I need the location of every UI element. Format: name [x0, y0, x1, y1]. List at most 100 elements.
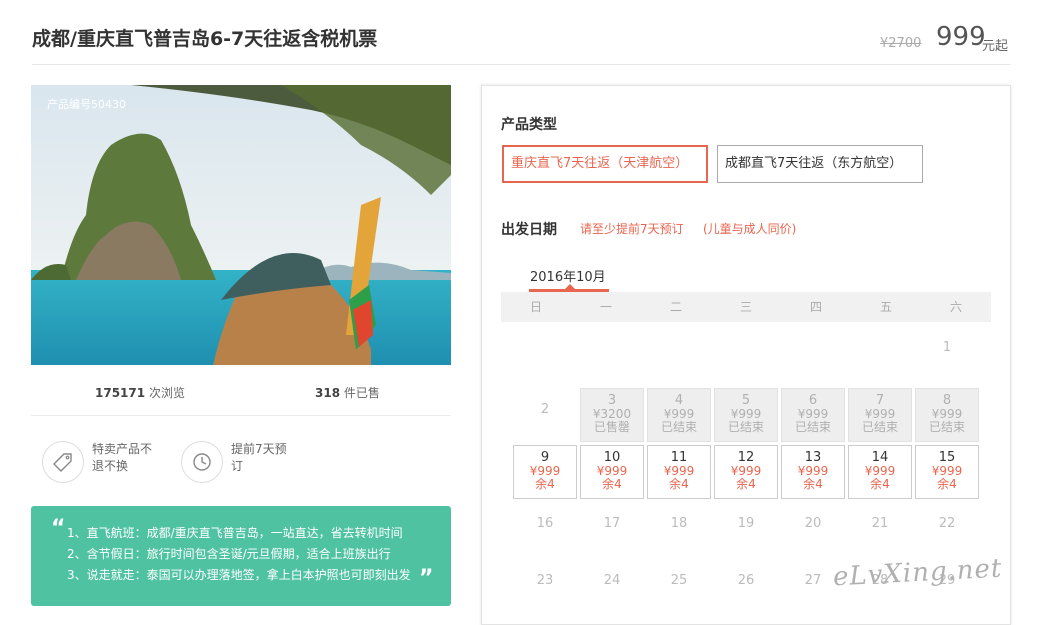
booking-panel: 产品类型 重庆直飞7天往返（天津航空） 成都直飞7天往返（东方航空） 出发日期 … — [481, 85, 1011, 625]
calendar-day[interactable]: 15 ¥999 余4 — [915, 445, 979, 499]
day-number: 15 — [938, 450, 956, 465]
day-status: 余4 — [669, 477, 689, 491]
calendar-day: 26 — [714, 559, 778, 613]
caret-up-icon — [565, 284, 575, 289]
original-price: ¥2700 — [880, 36, 922, 51]
highlight-line: 1、直飞航班：成都/重庆直飞普吉岛，一站直达，省去转机时间 — [67, 526, 403, 540]
day-number: 14 — [871, 450, 889, 465]
price-unit: 元起 — [982, 39, 1009, 54]
weekday-thu: 四 — [809, 300, 822, 314]
calendar-day: 18 — [647, 502, 711, 556]
calendar-day: 7 ¥999 已结束 — [848, 388, 912, 442]
calendar-day[interactable]: 12 ¥999 余4 — [714, 445, 778, 499]
sold-count: 318 — [315, 386, 341, 400]
sold-label: 件已售 — [343, 386, 380, 400]
day-status: 已结束 — [727, 420, 764, 434]
day-status: 余4 — [937, 477, 957, 491]
day-number: 9 — [540, 450, 550, 465]
views-count: 175171 — [95, 386, 146, 400]
day-number: 2 — [540, 402, 550, 417]
open-quote-icon: “ — [51, 516, 66, 541]
calendar-day: 2 — [513, 388, 577, 442]
day-number: 10 — [603, 450, 621, 465]
day-number: 22 — [938, 516, 956, 531]
tag-icon — [42, 441, 84, 483]
day-status: 余4 — [870, 477, 890, 491]
calendar-day: 25 — [647, 559, 711, 613]
weekday-sat: 六 — [949, 300, 962, 314]
calendar-day: 5 ¥999 已结束 — [714, 388, 778, 442]
day-number: 21 — [871, 516, 889, 531]
day-number: 1 — [942, 340, 952, 355]
day-status: 已结束 — [861, 420, 898, 434]
day-number: 8 — [942, 393, 952, 408]
calendar-day: 24 — [580, 559, 644, 613]
calendar-day[interactable]: 11 ¥999 余4 — [647, 445, 711, 499]
calendar-day: 21 — [848, 502, 912, 556]
calendar-day[interactable]: 9 ¥999 余4 — [513, 445, 577, 499]
day-status: 余4 — [736, 477, 756, 491]
day-number: 19 — [737, 516, 755, 531]
option-chongqing[interactable]: 重庆直飞7天往返（天津航空） — [502, 145, 708, 183]
sold-stat: 318 件已售 — [315, 384, 380, 401]
calendar-day: 6 ¥999 已结束 — [781, 388, 845, 442]
feature-label: 提前7天预订 — [231, 442, 287, 473]
highlight-line: 3、说走就走：泰国可以办理落地签，拿上白本护照也可即刻出发 — [67, 568, 411, 582]
calendar-day: 8 ¥999 已结束 — [915, 388, 979, 442]
day-number: 5 — [741, 393, 751, 408]
header-divider — [32, 64, 1011, 65]
views-stat: 175171 次浏览 — [95, 384, 185, 401]
day-status: 已结束 — [794, 420, 831, 434]
calendar-day: 22 — [915, 502, 979, 556]
calendar-day: 16 — [513, 502, 577, 556]
calendar-day: 23 — [513, 559, 577, 613]
highlight-line: 2、含节假日：旅行时间包含圣诞/元旦假期，适合上班族出行 — [67, 547, 391, 561]
calendar-day[interactable]: 14 ¥999 余4 — [848, 445, 912, 499]
weekday-wed: 三 — [739, 300, 752, 314]
stats-bar: 175171 次浏览 318 件已售 — [31, 384, 451, 400]
option-chengdu[interactable]: 成都直飞7天往返（东方航空） — [717, 145, 923, 183]
day-status: 余4 — [602, 477, 622, 491]
day-number: 23 — [536, 573, 554, 588]
product-title: 成都/重庆直飞普吉岛6-7天往返含税机票 — [32, 28, 378, 50]
weekday-header: 日 一 二 三 四 五 六 — [501, 292, 991, 322]
day-number: 11 — [670, 450, 688, 465]
weekday-fri: 五 — [879, 300, 892, 314]
day-number: 18 — [670, 516, 688, 531]
day-number: 4 — [674, 393, 684, 408]
day-number: 17 — [603, 516, 621, 531]
day-status: 已结束 — [660, 420, 697, 434]
day-number: 12 — [737, 450, 755, 465]
weekday-mon: 一 — [599, 300, 612, 314]
day-number: 26 — [737, 573, 755, 588]
day-number: 16 — [536, 516, 554, 531]
month-tab[interactable]: 2016年10月 — [530, 266, 606, 285]
product-code: 产品编号50430 — [47, 98, 126, 111]
day-number: 20 — [804, 516, 822, 531]
weekday-tue: 二 — [669, 300, 682, 314]
day-number: 25 — [670, 573, 688, 588]
clock-icon — [181, 441, 223, 483]
day-number: 24 — [603, 573, 621, 588]
calendar-day[interactable]: 13 ¥999 余4 — [781, 445, 845, 499]
calendar-day: 4 ¥999 已结束 — [647, 388, 711, 442]
product-type-title: 产品类型 — [501, 117, 557, 133]
sale-price: 999 — [936, 22, 986, 52]
calendar-day[interactable]: 10 ¥999 余4 — [580, 445, 644, 499]
departure-date-title: 出发日期 — [501, 222, 557, 238]
calendar-day: 19 — [714, 502, 778, 556]
feature-label: 特卖产品不退不换 — [92, 442, 153, 473]
day-status: 余4 — [535, 477, 555, 491]
day-number: 13 — [804, 450, 822, 465]
day-status: 已结束 — [928, 420, 965, 434]
close-quote-icon: ” — [419, 566, 434, 591]
highlights-box: “ 1、直飞航班：成都/重庆直飞普吉岛，一站直达，省去转机时间 2、含节假日：旅… — [31, 506, 451, 606]
calendar-day: 1 — [915, 326, 979, 380]
weekday-sun: 日 — [529, 300, 542, 314]
product-photo[interactable]: 产品编号50430 — [31, 85, 451, 365]
day-number: 6 — [808, 393, 818, 408]
advance-note: 请至少提前7天预订 — [580, 222, 684, 236]
stats-divider — [31, 415, 451, 416]
calendar-day: 17 — [580, 502, 644, 556]
day-status: 已售罄 — [593, 420, 630, 434]
